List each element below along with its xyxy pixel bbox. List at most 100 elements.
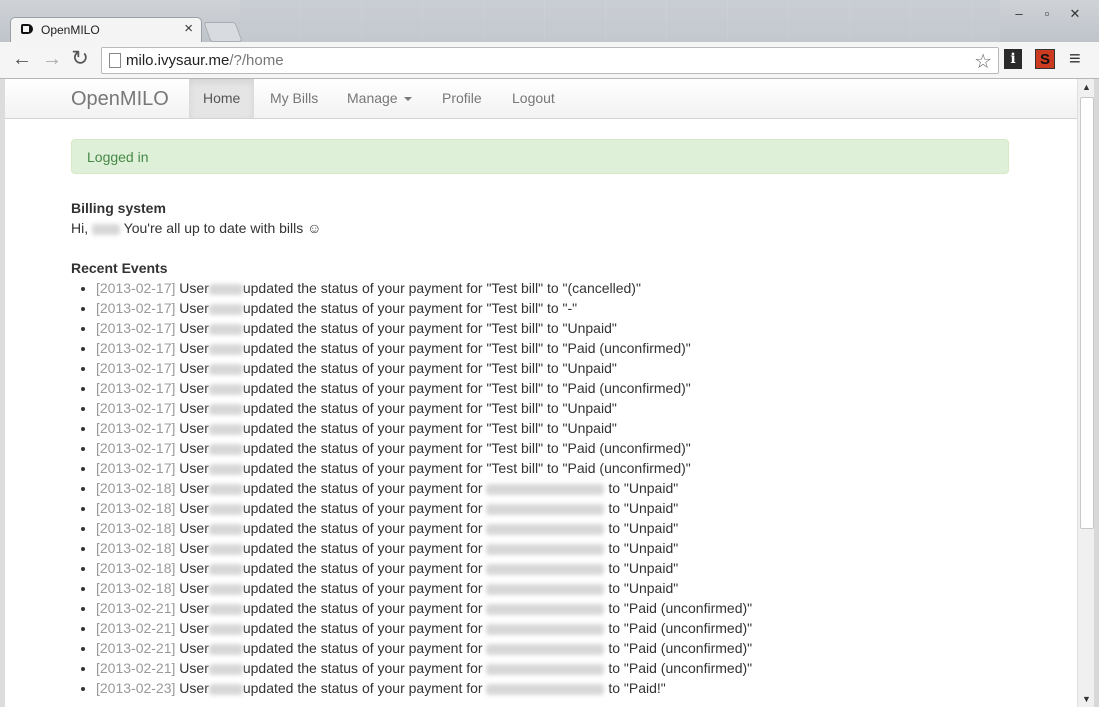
url-text: milo.ivysaur.me/?/home (126, 52, 284, 69)
event-text: updated the status of your payment for (242, 660, 483, 676)
event-status: to "Unpaid" (608, 500, 679, 516)
window-edge (1094, 79, 1099, 707)
event-item: [2013-02-21] User updated the status of y… (96, 598, 752, 618)
s-extension-icon[interactable]: S (1035, 49, 1055, 69)
redacted-user (208, 523, 243, 535)
event-actor: User (179, 680, 209, 696)
event-actor: User (179, 500, 209, 516)
event-item: [2013-02-18] User updated the status of y… (96, 518, 752, 538)
event-text: updated the status of your payment for (242, 480, 483, 496)
caret-down-icon (403, 97, 412, 102)
scroll-thumb[interactable] (1080, 97, 1094, 529)
favicon-icon (21, 24, 33, 34)
page-icon (109, 53, 121, 68)
event-text: updated the status of your payment for (242, 680, 483, 696)
redacted-user (208, 383, 243, 395)
event-item: [2013-02-17] User updated the status of y… (96, 438, 752, 458)
event-text: updated the status of your payment for "… (242, 420, 617, 436)
redacted-user (208, 623, 243, 635)
event-text: updated the status of your payment for (242, 580, 483, 596)
close-window-icon[interactable]: ✕ (1061, 6, 1089, 22)
close-tab-icon[interactable]: × (184, 20, 193, 37)
event-status: to "Unpaid" (608, 580, 679, 596)
event-status: to "Unpaid" (608, 520, 679, 536)
event-status: to "Unpaid" (608, 540, 679, 556)
event-item: [2013-02-18] User updated the status of y… (96, 498, 752, 518)
redacted-bill-name (486, 623, 605, 635)
scroll-up-icon[interactable]: ▲ (1082, 82, 1091, 92)
event-text: updated the status of your payment for "… (242, 440, 691, 456)
reload-icon[interactable]: ↻ (68, 46, 92, 71)
event-actor: User (179, 400, 209, 416)
window-controls: – ▫ ✕ (1005, 6, 1089, 22)
bookmark-star-icon[interactable]: ☆ (974, 49, 992, 74)
nav-logout[interactable]: Logout (498, 79, 569, 118)
event-actor: User (179, 280, 209, 296)
event-item: [2013-02-18] User updated the status of y… (96, 578, 752, 598)
redacted-user (208, 423, 243, 435)
event-text: updated the status of your payment for "… (242, 360, 617, 376)
redacted-user (208, 643, 243, 655)
event-item: [2013-02-17] User updated the status of y… (96, 358, 752, 378)
event-actor: User (179, 420, 209, 436)
info-extension-icon[interactable]: i (1004, 49, 1022, 69)
tabstrip-background (240, 0, 1000, 42)
event-text: updated the status of your payment for (242, 540, 483, 556)
event-date: [2013-02-21] (96, 660, 176, 676)
redacted-bill-name (486, 523, 605, 535)
scroll-down-icon[interactable]: ▼ (1082, 694, 1091, 704)
redacted-user (208, 583, 243, 595)
event-date: [2013-02-17] (96, 320, 176, 336)
redacted-user (208, 543, 243, 555)
address-bar[interactable]: milo.ivysaur.me/?/home ☆ (101, 47, 999, 74)
event-item: [2013-02-21] User updated the status of y… (96, 658, 752, 678)
chrome-menu-icon[interactable]: ≡ (1069, 48, 1081, 71)
redacted-user (208, 443, 243, 455)
forward-icon[interactable]: → (40, 48, 64, 71)
event-item: [2013-02-17] User updated the status of y… (96, 418, 752, 438)
recent-events-title: Recent Events (71, 260, 168, 276)
restore-icon[interactable]: ▫ (1033, 6, 1061, 21)
event-text: updated the status of your payment for (242, 600, 483, 616)
back-icon[interactable]: ← (10, 48, 34, 71)
success-alert: Logged in (71, 139, 1009, 174)
nav-my-bills[interactable]: My Bills (256, 79, 332, 118)
event-item: [2013-02-17] User updated the status of y… (96, 298, 752, 318)
vertical-scrollbar[interactable]: ▲ ▼ (1077, 79, 1095, 707)
event-actor: User (179, 300, 209, 316)
event-item: [2013-02-18] User updated the status of y… (96, 558, 752, 578)
event-text: updated the status of your payment for "… (242, 400, 617, 416)
minimize-icon[interactable]: – (1005, 6, 1033, 21)
redacted-bill-name (486, 483, 605, 495)
nav-home[interactable]: Home (189, 79, 255, 118)
redacted-user (208, 343, 243, 355)
event-date: [2013-02-17] (96, 360, 176, 376)
brand-link[interactable]: OpenMILO (71, 88, 169, 111)
event-status: to "Paid (unconfirmed)" (608, 600, 753, 616)
redacted-user (208, 303, 243, 315)
event-date: [2013-02-21] (96, 600, 176, 616)
nav-profile[interactable]: Profile (428, 79, 496, 118)
redacted-user (208, 363, 243, 375)
event-date: [2013-02-17] (96, 440, 176, 456)
event-status: to "Paid (unconfirmed)" (608, 640, 753, 656)
nav-manage-dropdown[interactable]: Manage (333, 79, 426, 118)
redacted-user (208, 323, 243, 335)
event-status: to "Paid (unconfirmed)" (608, 660, 753, 676)
redacted-bill-name (486, 583, 605, 595)
redacted-bill-name (486, 503, 605, 515)
event-actor: User (179, 320, 209, 336)
event-date: [2013-02-17] (96, 400, 176, 416)
browser-toolbar: ← → ↻ milo.ivysaur.me/?/home ☆ (0, 42, 1099, 79)
event-text: updated the status of your payment for "… (242, 460, 691, 476)
event-actor: User (179, 540, 209, 556)
event-date: [2013-02-17] (96, 280, 176, 296)
greeting-text: Hi, You're all up to date with bills ☺ (71, 220, 322, 236)
event-date: [2013-02-17] (96, 460, 176, 476)
browser-tab[interactable]: OpenMILO × (10, 17, 202, 43)
new-tab-button[interactable] (203, 22, 243, 42)
event-text: updated the status of your payment for "… (242, 300, 578, 316)
event-status: to "Paid!" (608, 680, 666, 696)
event-actor: User (179, 660, 209, 676)
event-date: [2013-02-21] (96, 640, 176, 656)
